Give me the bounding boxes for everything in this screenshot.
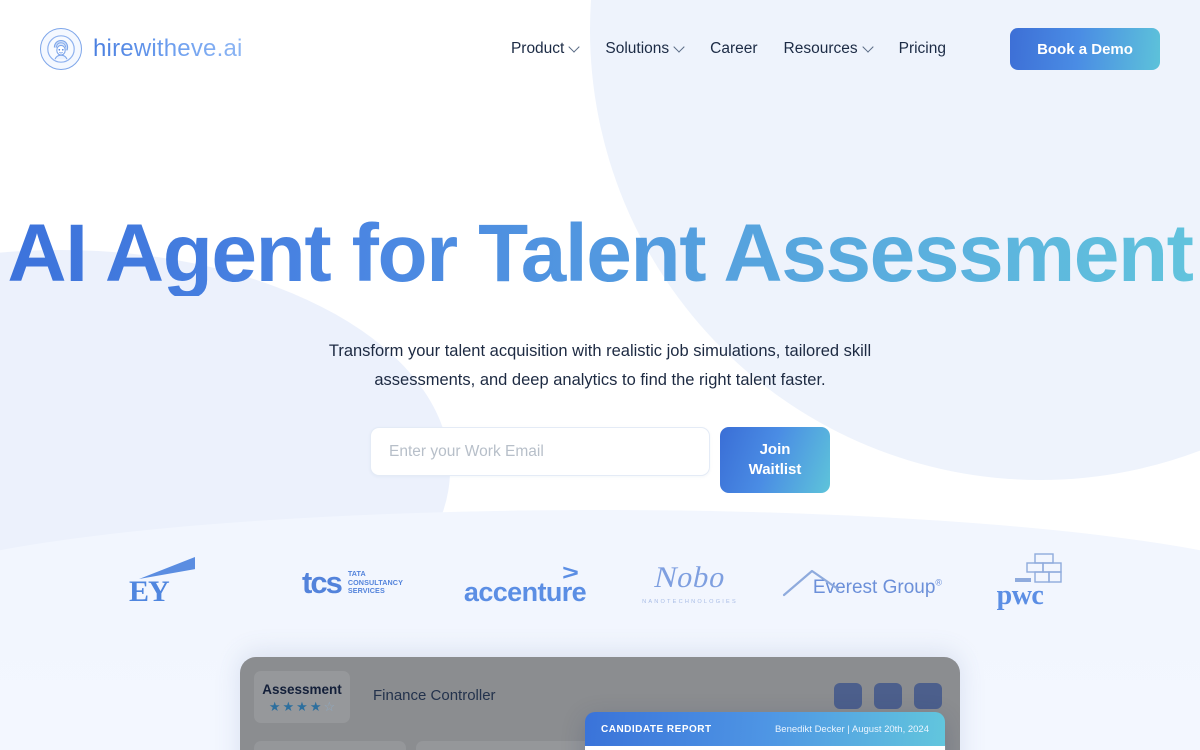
accenture-arrow-icon: >: [562, 560, 579, 585]
chevron-down-icon: [675, 43, 684, 52]
nobo-sublabel: NANOTECHNOLOGIES: [642, 599, 738, 605]
assessment-star-rating: ★ ★ ★ ★ ☆: [269, 700, 335, 713]
candidate-report-meta: Benedikt Decker | August 20th, 2024: [774, 723, 929, 735]
join-waitlist-label-line1: Join: [759, 441, 791, 458]
candidate-report-body: Overall: [585, 746, 945, 750]
client-logo-ey: EY: [115, 551, 265, 615]
nav-item-product[interactable]: Product: [511, 40, 579, 58]
join-waitlist-button[interactable]: Join Waitlist: [720, 427, 830, 493]
nav-label-career: Career: [710, 40, 758, 57]
tcs-sublabel: TATA CONSULTANCY SERVICES: [348, 570, 403, 596]
nav-item-pricing[interactable]: Pricing: [899, 40, 946, 58]
client-logo-tcs: tcs TATA CONSULTANCY SERVICES: [265, 565, 440, 601]
nav-label-product: Product: [510, 40, 565, 57]
client-logo-strip: EY tcs TATA CONSULTANCY SERVICES > accen…: [0, 548, 1200, 618]
candidate-report-header: CANDIDATE REPORT Benedikt Decker | Augus…: [585, 712, 945, 746]
assessment-rating-card: Assessment ★ ★ ★ ★ ☆: [254, 671, 350, 723]
star-icon-filled: ★: [282, 698, 295, 714]
nav-item-resources[interactable]: Resources: [784, 40, 873, 58]
mockup-action-button-1[interactable]: [834, 683, 862, 709]
everest-peak-icon: [782, 569, 840, 597]
chevron-down-icon: [864, 43, 873, 52]
client-logo-pwc: pwc: [955, 552, 1085, 614]
nav-item-career[interactable]: Career: [710, 40, 757, 58]
nav-label-pricing: Pricing: [898, 40, 946, 57]
avatar-circle-icon: [40, 28, 82, 70]
tcs-sublabel-line3: SERVICES: [347, 586, 385, 596]
candidate-report-card: CANDIDATE REPORT Benedikt Decker | Augus…: [585, 712, 945, 750]
nav-item-solutions[interactable]: Solutions: [605, 40, 684, 58]
assessment-label: Assessment: [262, 681, 342, 697]
star-icon-filled: ★: [296, 698, 308, 714]
hero-subheadline: Transform your talent acquisition with r…: [328, 342, 872, 389]
mockup-role-title: Finance Controller: [373, 687, 496, 704]
mockup-action-button-3[interactable]: [914, 683, 942, 709]
brand-logo[interactable]: hirewitheve.ai: [40, 28, 243, 70]
book-a-demo-button[interactable]: Book a Demo: [1010, 28, 1160, 70]
join-waitlist-label-line2: Waitlist: [748, 461, 802, 478]
candidate-report-title: CANDIDATE REPORT: [601, 723, 712, 735]
star-icon-filled: ★: [268, 698, 281, 714]
landing-page: hirewitheve.ai Product Solutions Career …: [0, 0, 1200, 750]
site-header: hirewitheve.ai Product Solutions Career …: [0, 0, 1200, 98]
mockup-action-buttons: [834, 683, 942, 709]
chevron-down-icon: [570, 43, 579, 52]
nav-label-solutions: Solutions: [605, 40, 670, 57]
client-logo-everest-group: Everest Group®: [770, 555, 955, 611]
client-logo-accenture: > accenture: [440, 558, 610, 608]
star-icon-empty: ☆: [323, 698, 336, 714]
nobo-wordmark: Nobo: [651, 561, 729, 594]
product-dashboard-mockup[interactable]: Assessment ★ ★ ★ ★ ☆ Finance Controller …: [240, 657, 960, 750]
mockup-action-button-2[interactable]: [874, 683, 902, 709]
client-logo-nobo: Nobo NANOTECHNOLOGIES: [610, 552, 770, 614]
star-icon-filled: ★: [309, 698, 322, 714]
main-navigation: Product Solutions Career Resources Prici…: [511, 28, 1160, 70]
waitlist-form: Join Waitlist: [370, 427, 830, 493]
ey-label: EY: [129, 575, 170, 608]
page-title: AI Agent for Talent Assessment: [0, 212, 1200, 296]
everest-registered-mark: ®: [935, 577, 943, 588]
tcs-wordmark: tcs: [302, 565, 343, 600]
pwc-blocks-icon: [1015, 553, 1062, 583]
work-email-input[interactable]: [370, 427, 710, 476]
brand-name: hirewitheve.ai: [93, 35, 243, 62]
nav-label-resources: Resources: [783, 40, 858, 57]
